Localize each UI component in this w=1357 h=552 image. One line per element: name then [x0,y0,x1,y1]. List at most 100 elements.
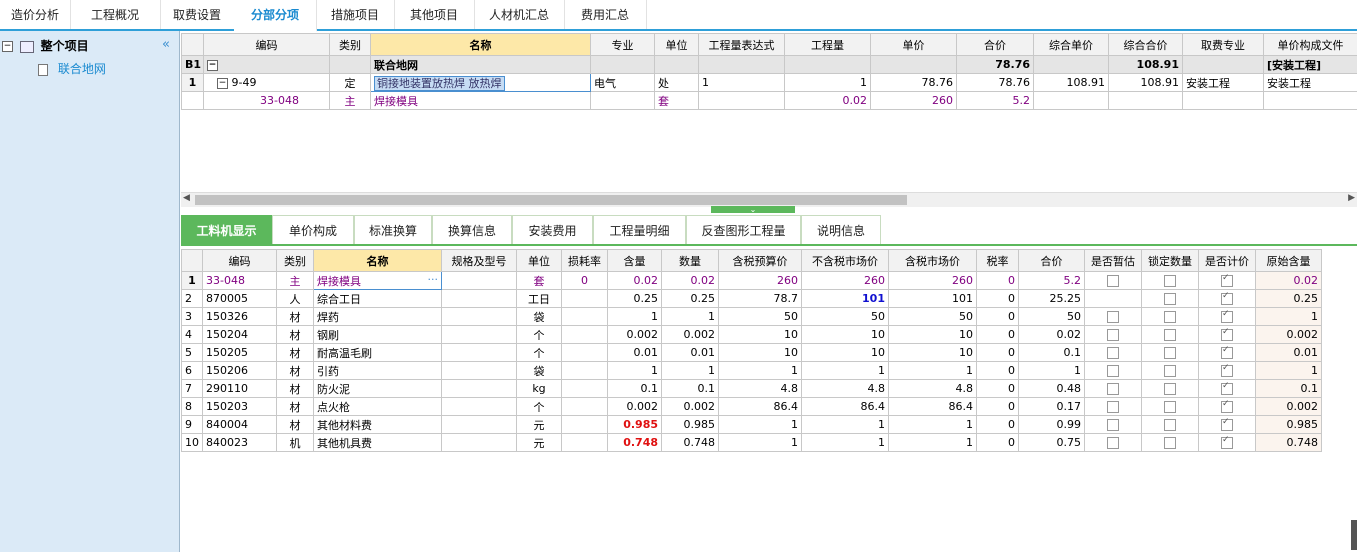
cell[interactable]: 86.4 [718,397,802,416]
header-cell[interactable]: 数量 [661,249,719,272]
cell[interactable] [698,91,785,110]
priced-checkbox[interactable] [1221,327,1233,341]
cell[interactable]: 人 [276,289,314,308]
cell[interactable]: 0.02 [784,91,871,110]
header-cell[interactable]: 含税预算价 [718,249,802,272]
header-cell[interactable]: 单位 [654,33,699,56]
cell[interactable] [329,55,371,74]
cell[interactable]: 78.76 [870,73,957,92]
cell[interactable] [1141,433,1199,452]
cell[interactable]: 1 [661,361,719,380]
provisional-checkbox[interactable] [1107,383,1119,395]
cell[interactable] [1198,397,1256,416]
cell[interactable] [1141,289,1199,308]
cell[interactable]: 0.17 [1018,397,1085,416]
cell[interactable]: 材 [276,397,314,416]
cell[interactable]: 0.002 [661,397,719,416]
cell[interactable]: 材 [276,343,314,362]
cell[interactable]: 工日 [516,289,562,308]
tab-quantity-detail[interactable]: 工程量明细 [593,215,686,245]
cell[interactable]: 元 [516,433,562,452]
cell[interactable]: 10 [718,325,802,344]
cell[interactable] [441,379,517,398]
cell[interactable]: 1 [698,73,785,92]
header-cell[interactable]: 综合合价 [1108,33,1183,56]
header-cell[interactable]: 编码 [203,33,330,56]
cell[interactable]: 0.99 [1018,415,1085,434]
cell[interactable] [561,307,608,326]
cell[interactable] [1141,379,1199,398]
header-cell[interactable]: 是否暂估 [1084,249,1142,272]
header-cell[interactable]: 类别 [276,249,314,272]
provisional-checkbox[interactable] [1107,311,1119,323]
cell[interactable]: 1 [888,415,977,434]
cell[interactable] [561,343,608,362]
cell[interactable]: 10 [718,343,802,362]
lock-quantity-checkbox[interactable] [1164,401,1176,413]
cell[interactable]: 0.748 [661,433,719,452]
cell[interactable]: 其他机具费 [313,433,442,452]
header-cell[interactable]: 损耗率 [561,249,608,272]
cell[interactable] [441,415,517,434]
header-cell[interactable]: 是否计价 [1198,249,1256,272]
cell[interactable] [1198,379,1256,398]
cell[interactable] [784,55,871,74]
header-cell[interactable]: 专业 [590,33,655,56]
cell[interactable]: 50 [1018,307,1085,326]
cell[interactable]: 10 [801,343,889,362]
header-cell[interactable]: 类别 [329,33,371,56]
cell[interactable]: 0 [976,397,1019,416]
cell[interactable] [1033,91,1109,110]
cell[interactable]: 10 [888,343,977,362]
cell[interactable]: 150205 [202,343,277,362]
header-cell[interactable]: 税率 [976,249,1019,272]
cell[interactable] [561,325,608,344]
tab-conversion-info[interactable]: 换算信息 [432,215,512,245]
provisional-checkbox[interactable] [1107,419,1119,431]
cell[interactable]: 材 [276,361,314,380]
cell[interactable]: 0.985 [661,415,719,434]
lock-quantity-checkbox[interactable] [1164,293,1176,305]
tab-fee-summary[interactable]: 费用汇总 [564,0,647,29]
cell[interactable]: 1 [607,307,662,326]
table-row[interactable]: 9840004材其他材料费元0.9850.98511100.990.985 [181,415,1322,434]
tab-cost-analysis[interactable]: 造价分析 [0,0,71,29]
cell[interactable] [441,289,517,308]
cell[interactable]: 0.25 [661,289,719,308]
horizontal-scrollbar[interactable]: ◀ ▶ [181,192,1357,207]
cell[interactable]: 材 [276,379,314,398]
cell[interactable]: 0.01 [661,343,719,362]
cell[interactable]: 1 [888,433,977,452]
tab-measures[interactable]: 措施项目 [316,0,395,29]
cell[interactable]: 铜接地装置放热焊 放热焊 [370,73,591,92]
cell[interactable] [1084,307,1142,326]
lock-quantity-checkbox[interactable] [1164,275,1176,287]
cell[interactable]: 机 [276,433,314,452]
cell[interactable] [654,55,699,74]
cell[interactable]: 0.02 [607,271,662,290]
cell[interactable]: 其他材料费 [313,415,442,434]
header-cell[interactable]: 原始含量 [1255,249,1322,272]
cell[interactable]: 4.8 [801,379,889,398]
cell[interactable]: 10 [801,325,889,344]
cell[interactable]: 0.002 [1255,397,1322,416]
cell[interactable]: 1 [801,361,889,380]
cell[interactable] [1198,361,1256,380]
cell[interactable]: 1 [1255,307,1322,326]
tab-fee-settings[interactable]: 取费设置 [160,0,235,29]
provisional-checkbox[interactable] [1107,401,1119,413]
lock-quantity-checkbox[interactable] [1164,383,1176,395]
cell[interactable]: 0 [976,379,1019,398]
cell[interactable]: 0.1 [1255,379,1322,398]
cell[interactable]: 1 [718,433,802,452]
cell[interactable]: kg [516,379,562,398]
priced-checkbox[interactable] [1221,435,1233,449]
table-row[interactable]: 7290110材防火泥kg0.10.14.84.84.800.480.1 [181,379,1322,398]
cell[interactable]: 定 [329,73,371,92]
cell[interactable]: 4.8 [718,379,802,398]
priced-checkbox[interactable] [1221,381,1233,395]
cell[interactable]: 0.48 [1018,379,1085,398]
cell[interactable]: 50 [888,307,977,326]
cell[interactable]: 焊接模具 ··· [313,271,442,290]
table-row[interactable]: 33-048 主 焊接模具 套 0.02 260 5.2 [181,91,1357,110]
